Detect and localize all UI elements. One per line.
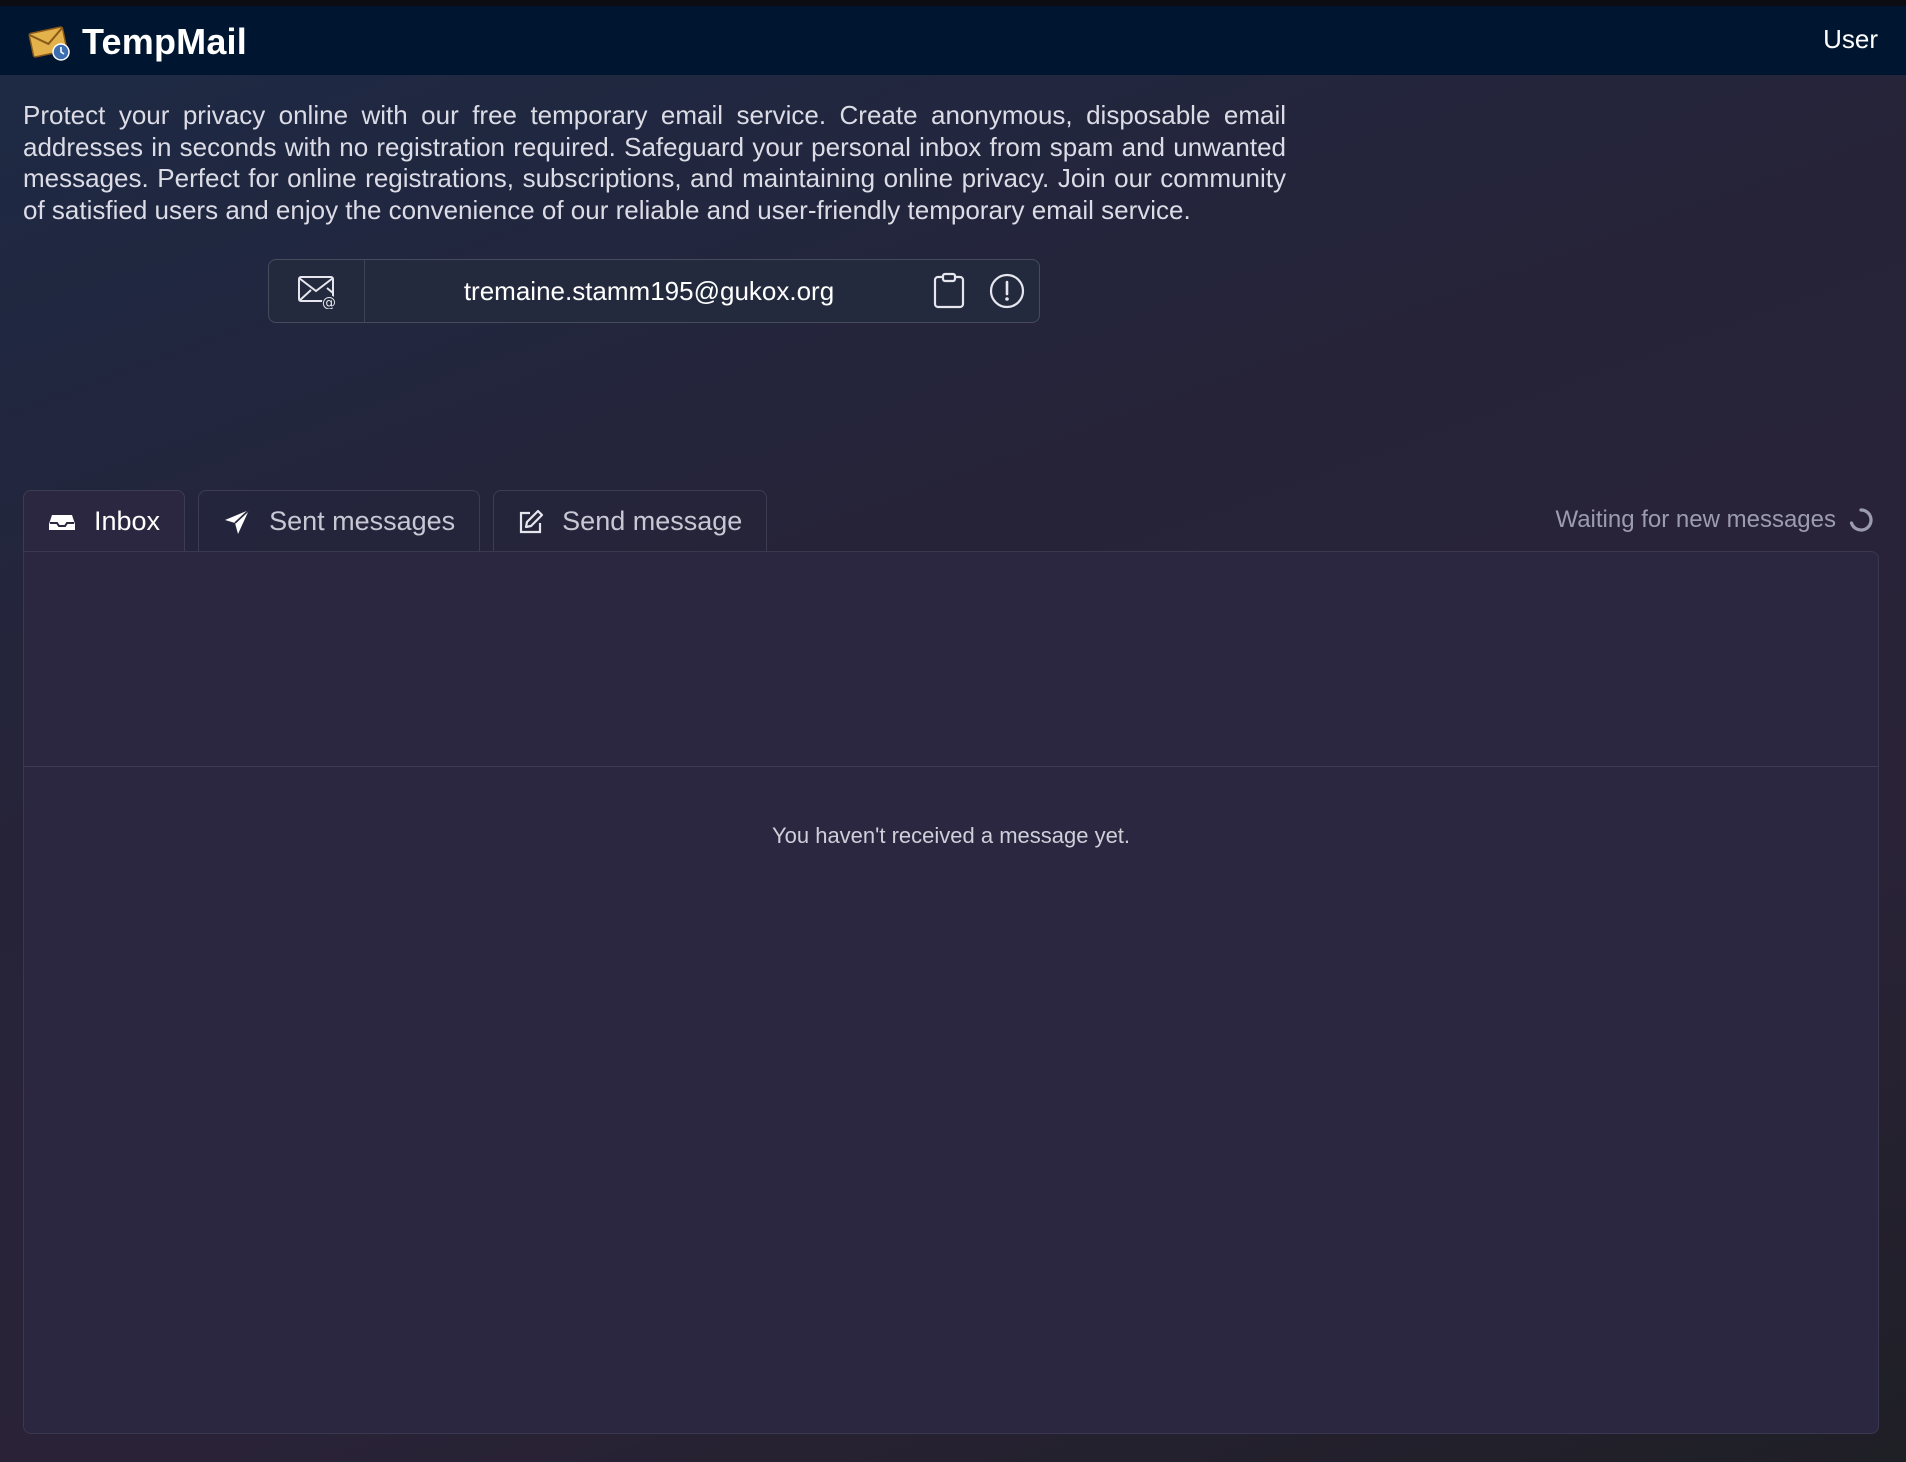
email-info-button[interactable]: [981, 265, 1033, 317]
intro-description: Protect your privacy online with our fre…: [23, 100, 1286, 225]
user-menu-link[interactable]: User: [1823, 24, 1878, 55]
email-at-icon: @: [297, 276, 336, 309]
logo-envelope-icon: [28, 26, 70, 61]
tab-sent-messages-label: Sent messages: [269, 506, 456, 536]
compose-icon: [520, 509, 544, 533]
email-icon-box: @: [269, 260, 365, 322]
tab-inbox-label: Inbox: [94, 506, 161, 536]
empty-inbox-message: You haven't received a message yet.: [771, 823, 1131, 848]
inbox-panel-header: [24, 552, 1878, 767]
refresh-status: Waiting for new messages: [1555, 506, 1874, 534]
copy-email-button[interactable]: [923, 265, 975, 317]
inbox-icon: [49, 514, 75, 530]
clipboard-icon: [933, 272, 965, 309]
mailbox-tabs: Inbox Sent messages Send message: [23, 490, 768, 552]
tab-sent-messages[interactable]: Sent messages: [198, 490, 481, 552]
tab-inbox[interactable]: Inbox: [23, 490, 186, 552]
brand-link[interactable]: TempMail: [28, 20, 247, 64]
top-navbar: TempMail User: [0, 0, 1906, 75]
svg-text:@: @: [322, 295, 336, 309]
send-icon: [225, 508, 250, 534]
spinner-icon: [1849, 508, 1873, 532]
email-address-bar: @ tremaine.stamm195@gukox.org: [268, 259, 1040, 323]
brand-title: TempMail: [82, 21, 247, 62]
tab-send-message-label: Send message: [562, 506, 743, 536]
inbox-panel: You haven't received a message yet.: [23, 551, 1879, 1434]
alert-circle-icon: [989, 273, 1025, 309]
tab-send-message[interactable]: Send message: [493, 490, 768, 552]
refresh-status-text: Waiting for new messages: [1555, 506, 1836, 533]
temp-email-address[interactable]: tremaine.stamm195@gukox.org: [365, 276, 923, 307]
